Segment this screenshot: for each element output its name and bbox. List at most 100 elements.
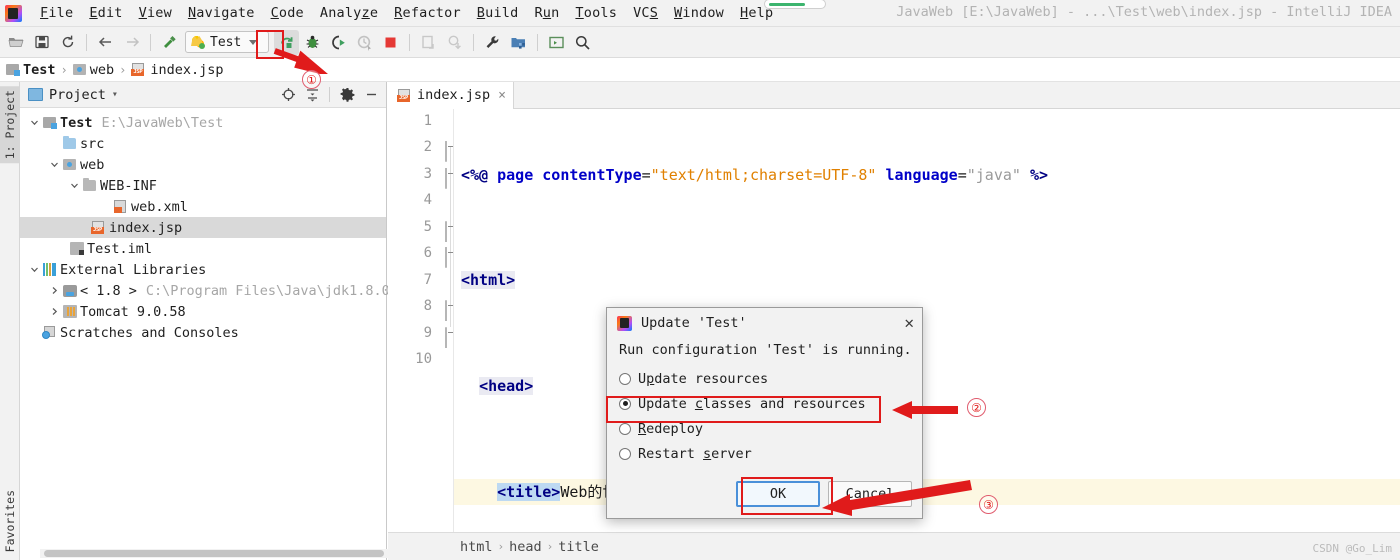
toolbar-separator-4 [473, 33, 474, 51]
breadcrumb-item-index-jsp[interactable]: JSP index.jsp [131, 62, 224, 78]
status-bar: html › head › title CSDN @Go_Lim [388, 532, 1400, 560]
xml-file-icon [112, 200, 129, 213]
tomcat-icon [61, 305, 78, 318]
build-hammer-icon[interactable] [157, 30, 182, 55]
menu-item-tools[interactable]: Tools [567, 3, 625, 23]
tree-label: web.xml [131, 198, 188, 215]
menu-item-file[interactable]: File [32, 3, 81, 23]
tree-node-web[interactable]: web [20, 154, 386, 175]
close-icon[interactable]: × [498, 88, 506, 103]
stop-icon[interactable] [378, 30, 403, 55]
scratches-icon [41, 326, 58, 339]
source-folder-icon [61, 136, 78, 149]
profile-icon[interactable] [352, 30, 377, 55]
radio-indicator[interactable] [619, 422, 631, 435]
tool-window-tab-project[interactable]: 1: Project [0, 86, 21, 164]
menu-item-navigate[interactable]: Navigate [180, 3, 263, 23]
locate-target-icon[interactable] [277, 84, 299, 106]
tree-node-external-libraries[interactable]: External Libraries [20, 259, 386, 280]
code-token: = [641, 165, 651, 184]
settings-wrench-icon[interactable] [480, 30, 505, 55]
tree-node-test[interactable]: Test E:\JavaWeb\Test [20, 112, 386, 133]
web-folder-icon [72, 64, 86, 75]
status-breadcrumb-separator: › [497, 540, 505, 553]
chevron-down-icon[interactable] [28, 118, 41, 127]
chevron-right-icon[interactable] [48, 307, 61, 316]
save-icon[interactable] [29, 30, 54, 55]
jsp-file-icon: JSP [397, 88, 412, 102]
code-token: "text/html;charset=UTF-8" [650, 165, 877, 184]
line-number: 7 [423, 272, 432, 288]
tree-label: WEB-INF [100, 177, 157, 194]
menu-item-vcs[interactable]: VCS [625, 3, 666, 23]
menu-item-code[interactable]: Code [263, 3, 312, 23]
terminal-icon[interactable] [544, 30, 569, 55]
horizontal-scrollbar-thumb[interactable] [44, 550, 384, 557]
tree-node-web-xml[interactable]: web.xml [20, 196, 386, 217]
back-arrow-icon[interactable] [93, 30, 118, 55]
menu-item-view[interactable]: View [131, 3, 180, 23]
breadcrumb-item-web[interactable]: web [72, 62, 114, 78]
run-config-label: Test [210, 34, 242, 50]
search-everywhere-icon[interactable] [570, 30, 595, 55]
line-number: 2 [423, 139, 432, 155]
close-icon[interactable]: ✕ [904, 315, 914, 331]
jsp-file-icon: JSP [90, 221, 107, 234]
tree-node-tomcat[interactable]: Tomcat 9.0.58 [20, 301, 386, 322]
radio-restart-server[interactable]: Restart server [619, 441, 922, 466]
tree-node-index-jsp[interactable]: JSP index.jsp [20, 217, 386, 238]
open-folder-icon[interactable] [3, 30, 28, 55]
left-tool-strip: 1: Project Favorites [0, 82, 21, 560]
tree-node-src[interactable]: src [20, 133, 386, 154]
editor-tab-index-jsp[interactable]: JSP index.jsp × [388, 82, 514, 109]
tree-node-web-inf[interactable]: WEB-INF [20, 175, 386, 196]
module-folder-icon [41, 117, 58, 129]
chevron-right-icon[interactable] [48, 286, 61, 295]
main-toolbar: Test [0, 27, 1400, 58]
tree-node-scratches[interactable]: Scratches and Consoles [20, 322, 386, 343]
project-panel-header: Project ▾ [20, 82, 386, 108]
status-breadcrumb-title[interactable]: title [558, 539, 599, 555]
editor-tab-strip: JSP index.jsp × [388, 82, 1400, 109]
menu-item-run[interactable]: Run [526, 3, 567, 23]
intellij-logo-icon [617, 315, 632, 331]
project-tree: Test E:\JavaWeb\Test src web WEB-INF web… [20, 108, 398, 343]
menu-item-analyze[interactable]: Analyze [312, 3, 386, 23]
breadcrumb-item-test[interactable]: Test [6, 62, 56, 78]
tool-window-tab-favorites[interactable]: Favorites [0, 486, 21, 556]
forward-arrow-icon[interactable] [119, 30, 144, 55]
window-progress-pill [764, 0, 826, 9]
annotation-arrow-2 [892, 401, 958, 419]
code-token: page [497, 165, 543, 184]
menu-item-build[interactable]: Build [469, 3, 527, 23]
status-breadcrumb-html[interactable]: html [460, 539, 493, 555]
menu-item-window[interactable]: Window [666, 3, 732, 23]
tree-label: < 1.8 > [80, 282, 137, 299]
jdk-icon [61, 284, 78, 297]
project-structure-icon[interactable] [506, 30, 531, 55]
deploy-icon[interactable] [442, 30, 467, 55]
tree-node-jdk[interactable]: < 1.8 > C:\Program Files\Java\jdk1.8.0_ [20, 280, 398, 301]
dialog-title: Update 'Test' [641, 315, 747, 331]
chevron-down-icon[interactable]: ▾ [112, 89, 118, 100]
menu-item-edit[interactable]: Edit [81, 3, 130, 23]
radio-indicator[interactable] [619, 372, 631, 385]
status-breadcrumb-head[interactable]: head [509, 539, 542, 555]
tree-label: External Libraries [60, 261, 207, 278]
tree-label: Test [60, 114, 93, 131]
chevron-down-icon[interactable] [68, 181, 81, 190]
web-folder-icon [61, 159, 78, 170]
gear-icon[interactable] [336, 84, 358, 106]
toolbar-separator-3 [409, 33, 410, 51]
tree-node-test-iml[interactable]: Test.iml [20, 238, 386, 259]
chevron-down-icon[interactable] [28, 265, 41, 274]
radio-update-resources[interactable]: Update resources [619, 366, 922, 391]
sync-icon[interactable] [55, 30, 80, 55]
menu-item-refactor[interactable]: Refactor [386, 3, 469, 23]
intellij-logo-icon [5, 4, 22, 22]
radio-indicator[interactable] [619, 447, 631, 460]
project-tool-window: Project ▾ Test E:\JavaWeb\Test src web W… [20, 82, 403, 560]
update-app-icon[interactable] [416, 30, 441, 55]
chevron-down-icon[interactable] [48, 160, 61, 169]
hide-panel-icon[interactable] [360, 84, 382, 106]
